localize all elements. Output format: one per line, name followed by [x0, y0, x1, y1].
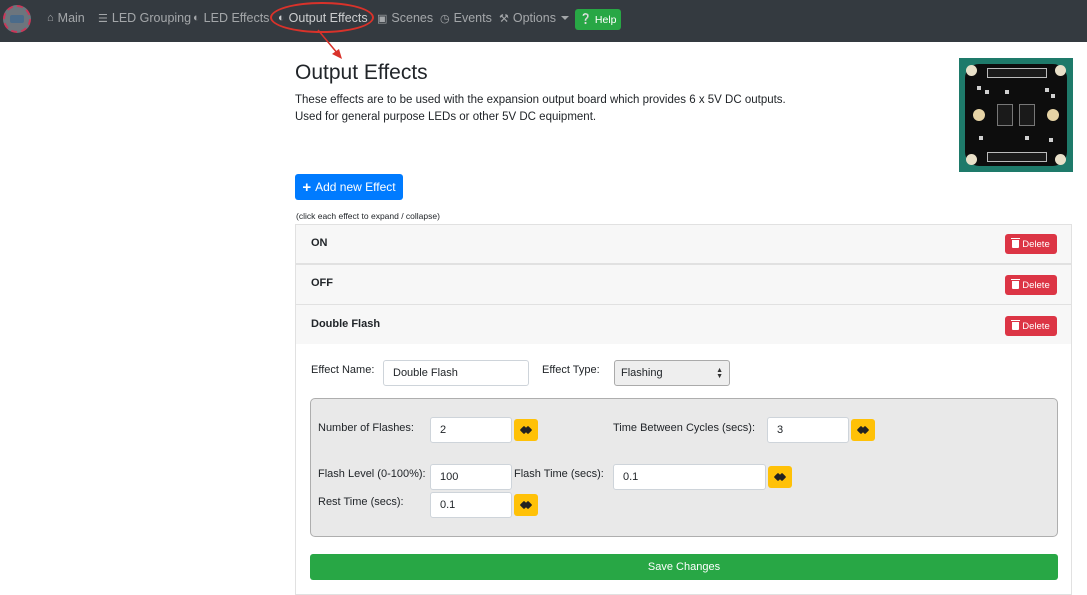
select-arrows-icon: ▲ ▼ [716, 367, 723, 380]
nav-item-events[interactable]: ◷ Events [440, 10, 492, 26]
effect-card-off[interactable]: OFF Delete [295, 264, 1072, 305]
board-body [965, 64, 1067, 166]
question-icon: ❔ [579, 14, 592, 25]
board-connector-top [987, 68, 1047, 78]
nav-label: Main [57, 11, 85, 25]
clock-icon: ◷ [440, 12, 450, 25]
output-board-image [959, 58, 1073, 172]
delete-effect-button[interactable]: Delete [1005, 234, 1057, 254]
nav-label: Output Effects [288, 11, 368, 25]
num-flashes-input[interactable] [430, 417, 512, 443]
board-connector-bottom [987, 152, 1047, 162]
chevron-down-icon [560, 16, 569, 20]
delete-effect-button[interactable]: Delete [1005, 316, 1057, 336]
home-icon: ⌂ [47, 12, 54, 24]
nav-label: LED Grouping [111, 11, 192, 25]
effect-title: OFF [311, 277, 333, 289]
save-changes-button[interactable]: Save Changes [310, 554, 1058, 580]
effect-name-label: Effect Name: [311, 364, 375, 376]
flash-level-input[interactable] [430, 464, 512, 490]
trash-icon [1011, 320, 1021, 330]
logo-mark [10, 15, 24, 23]
board-led [1047, 109, 1059, 121]
flash-time-input[interactable] [613, 464, 766, 490]
board-led [973, 109, 985, 121]
rest-time-input[interactable] [430, 492, 512, 518]
delete-effect-button[interactable]: Delete [1005, 275, 1057, 295]
contrast-icon: ◐ [278, 12, 285, 24]
num-flashes-label: Number of Flashes: [318, 422, 414, 434]
delete-label: Delete [1022, 279, 1050, 291]
add-button-label: Add new Effect [315, 180, 396, 194]
board-component [1051, 94, 1055, 98]
randomize-rest-time-button[interactable] [514, 494, 538, 516]
nav-label: Scenes [391, 11, 434, 25]
add-new-effect-button[interactable]: + Add new Effect [295, 174, 403, 200]
board-mount-hole [966, 65, 977, 76]
trash-icon [1011, 238, 1021, 248]
board-chip [1019, 104, 1035, 126]
board-component [1045, 88, 1049, 92]
navbar: ⌂ Main ☰ LED Grouping ◐ LED Effects ◐ Output… [0, 0, 1087, 42]
rest-time-label: Rest Time (secs): [318, 496, 404, 508]
contrast-icon: ◐ [193, 12, 200, 24]
annotation-arrow [317, 29, 342, 59]
time-between-label: Time Between Cycles (secs): [613, 422, 756, 434]
effect-title: Double Flash [311, 318, 381, 330]
flash-level-label: Flash Level (0-100%): [318, 468, 426, 480]
effect-type-label: Effect Type: [542, 364, 600, 376]
delete-label: Delete [1022, 238, 1050, 250]
nav-item-scenes[interactable]: ▣ Scenes [377, 10, 433, 26]
image-icon: ▣ [377, 12, 388, 25]
randomize-num-flashes-button[interactable] [514, 419, 538, 441]
nav-label: Options [512, 11, 556, 25]
nav-item-led-grouping[interactable]: ☰ LED Grouping [98, 10, 191, 26]
delete-label: Delete [1022, 320, 1050, 332]
description-line: These effects are to be used with the ex… [295, 94, 786, 106]
time-between-input[interactable] [767, 417, 849, 443]
nav-item-output-effects[interactable]: ◐ Output Effects [278, 10, 368, 26]
plus-icon: + [302, 178, 312, 196]
app-logo[interactable] [3, 5, 31, 33]
nav-item-main[interactable]: ⌂ Main [47, 10, 85, 26]
page-title: Output Effects [295, 61, 428, 84]
randomize-time-between-button[interactable] [851, 419, 875, 441]
flash-time-label: Flash Time (secs): [514, 468, 604, 480]
randomize-flash-time-button[interactable] [768, 466, 792, 488]
effect-type-value: Flashing [621, 367, 663, 379]
layers-icon: ☰ [98, 12, 108, 25]
board-chip [997, 104, 1013, 126]
board-component [979, 136, 983, 140]
nav-item-led-effects[interactable]: ◐ LED Effects [193, 10, 269, 26]
nav-label: Events [453, 11, 492, 25]
board-component [977, 86, 981, 90]
description-line: Used for general purpose LEDs or other 5… [295, 111, 597, 123]
wrench-icon: ⚒ [499, 12, 509, 25]
help-label: Help [594, 13, 617, 26]
board-mount-hole [1055, 154, 1066, 165]
board-component [1049, 138, 1053, 142]
trash-icon [1011, 279, 1021, 289]
nav-label: LED Effects [203, 11, 270, 25]
effect-card-on[interactable]: ON Delete [295, 224, 1072, 264]
effect-card-double-flash[interactable]: Double Flash Delete [295, 304, 1072, 345]
expand-hint: (click each effect to expand / collapse) [296, 211, 440, 221]
board-component [985, 90, 989, 94]
board-component [1025, 136, 1029, 140]
board-component [1005, 90, 1009, 94]
page-description: These effects are to be used with the ex… [295, 92, 855, 126]
effect-type-select[interactable]: Flashing ▲ ▼ [614, 360, 730, 386]
board-mount-hole [1055, 65, 1066, 76]
help-button[interactable]: ❔ Help [575, 9, 621, 30]
effect-name-input[interactable] [383, 360, 529, 386]
nav-item-options[interactable]: ⚒ Options [499, 10, 569, 26]
effect-title: ON [311, 237, 328, 249]
board-mount-hole [966, 154, 977, 165]
